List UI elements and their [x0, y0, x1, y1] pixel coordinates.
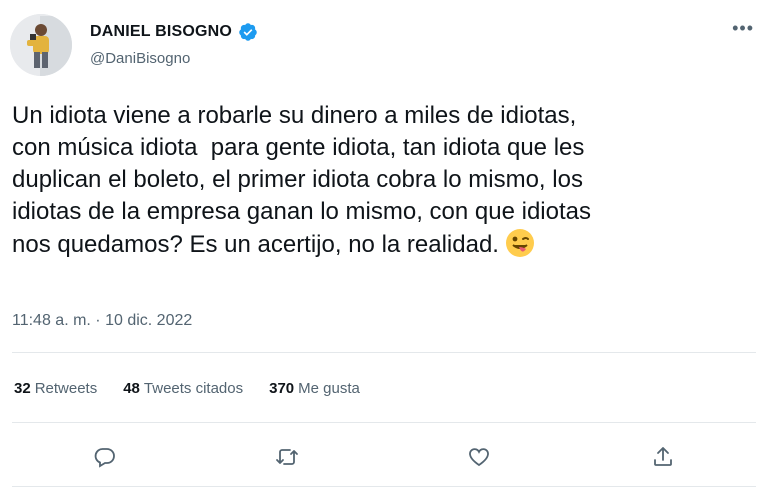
reply-button[interactable] — [88, 440, 122, 474]
user-name-row[interactable]: DANIEL BISOGNO — [90, 22, 258, 42]
tweet-stats: 32 Retweets 48 Tweets citados 370 Me gusta — [14, 380, 386, 397]
quotes-label: Tweets citados — [143, 380, 244, 397]
retweets-label: Retweets — [34, 380, 98, 397]
retweet-icon — [276, 449, 298, 465]
tweet-card: DANIEL BISOGNO @DaniBisogno ••• Un idiot… — [0, 0, 768, 500]
quotes-count: 48 — [123, 380, 140, 397]
tweet-text: Un idiota viene a robarle su dinero a mi… — [12, 100, 752, 267]
avatar[interactable] — [10, 14, 72, 76]
like-icon — [469, 448, 489, 467]
like-button[interactable] — [462, 440, 496, 474]
likes-count: 370 — [269, 380, 295, 397]
more-icon[interactable]: ••• — [732, 18, 754, 39]
verified-badge-icon — [238, 22, 258, 42]
tweet-timestamp[interactable]: 11:48 a. m. · 10 dic. 2022 — [12, 312, 192, 330]
share-icon — [654, 447, 672, 466]
retweets-stat[interactable]: 32 Retweets — [14, 380, 97, 397]
winking-face-with-tongue-icon — [505, 228, 535, 267]
user-handle[interactable]: @DaniBisogno — [90, 50, 190, 67]
profile-photo — [10, 14, 72, 76]
likes-stat[interactable]: 370 Me gusta — [269, 380, 360, 397]
likes-label: Me gusta — [298, 380, 360, 397]
divider — [12, 422, 756, 423]
reply-icon — [94, 448, 115, 468]
quotes-stat[interactable]: 48 Tweets citados — [123, 380, 243, 397]
retweet-button[interactable] — [270, 440, 304, 474]
display-name[interactable]: DANIEL BISOGNO — [90, 23, 232, 41]
divider — [12, 486, 756, 487]
retweets-count: 32 — [14, 380, 31, 397]
tweet-actions — [0, 440, 768, 474]
divider — [12, 352, 756, 353]
share-button[interactable] — [646, 440, 680, 474]
